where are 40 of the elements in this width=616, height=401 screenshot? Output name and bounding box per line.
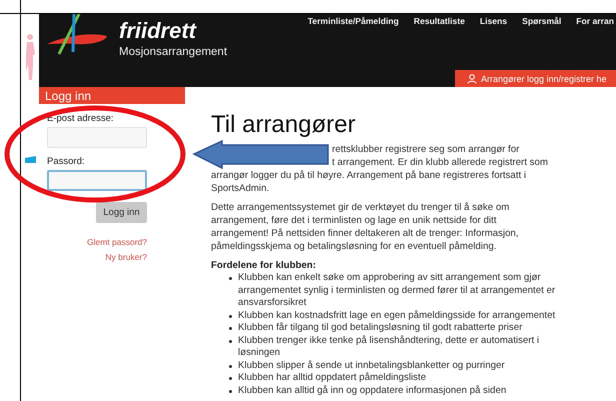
list-item-text: Klubben har alltid oppdatert påmeldingsliste: [238, 372, 426, 384]
bullet-icon: [229, 277, 232, 280]
intro-text-line: t arrangement. Er din klubb allerede registrert som: [331, 156, 549, 169]
login-panel-title: Logg inn: [39, 87, 185, 104]
login-button[interactable]: Logg inn: [96, 202, 147, 223]
swoosh-logo-icon: [45, 14, 109, 56]
bullet-icon: [229, 314, 232, 318]
organizer-login-button[interactable]: Arrangører logg inn/registrer he: [455, 70, 616, 87]
nav-link[interactable]: Terminliste/Påmelding: [308, 16, 399, 26]
nav-link[interactable]: Lisens: [480, 16, 508, 26]
benefits-title: Fordelene for klubben:: [211, 259, 317, 272]
intro-text-line: SportsAdmin.: [211, 182, 270, 195]
bullet-icon: [229, 390, 232, 392]
list-item-text: Klubben trenger ikke tenke på lisenshåndtering, dette er automatisert i løsningen: [238, 334, 540, 360]
list-item-text: Klubben kan enkelt søke om approbering av sitt arrangement som gjør arrangementet synlig i terminlisten og dermed fører til at arrangementet er ansvarsforsikret: [238, 272, 556, 310]
nav-link[interactable]: Spørsmål: [522, 16, 562, 26]
runner-figure-icon: [24, 34, 36, 80]
logo-subtitle: Mosjonsarrangement: [119, 46, 228, 58]
input-field[interactable]: [47, 170, 147, 191]
bullet-icon: [229, 340, 232, 342]
tab-shape-icon: [24, 156, 36, 163]
bullet-icon: [229, 364, 232, 368]
intro-text-line: arrangør logger du på til høyre. Arrangement på bane registreres fortsatt i: [211, 169, 527, 182]
nav-link[interactable]: Resultatliste: [414, 16, 465, 26]
arrow-icon: [192, 140, 329, 170]
list-item-text: Klubben får tilgang til god betalingsløsning til godt rabatterte priser: [238, 322, 522, 334]
login-link[interactable]: Ny bruker?: [105, 252, 147, 262]
bullet-icon: [229, 377, 232, 380]
logo-title: friidrett: [119, 19, 198, 43]
nav-link[interactable]: For arran: [576, 16, 614, 26]
paragraph: Dette arrangementssystemet gir de verktøyet du trenger til å søke om arrangement, føre det i terminlisten og lage en unik nettside for ditt arrangement! På nettsiden finner deltakeren alt de trenger: Informasjon, påmeldingsskjema og betalingsløsning for en eventuell påmelding.: [211, 201, 520, 253]
field-label: Passord:: [47, 156, 86, 167]
list-item-text: Klubben kan kostnadsfritt lage en egen påmeldingsside for arrangementet: [238, 310, 556, 322]
user-icon: [467, 74, 477, 84]
login-link[interactable]: Glemt passord?: [87, 237, 147, 247]
list-item-text: Klubben slipper å sende ut innbetalingsblanketter og purringer: [238, 360, 505, 372]
page-heading: Til arrangører: [211, 111, 356, 139]
list-item-text: Klubben kan alltid gå inn og oppdatere informasjonen på siden: [238, 384, 506, 397]
bullet-icon: [229, 327, 232, 330]
intro-text-line: rettsklubber registrere seg som arrangør for: [331, 143, 520, 156]
